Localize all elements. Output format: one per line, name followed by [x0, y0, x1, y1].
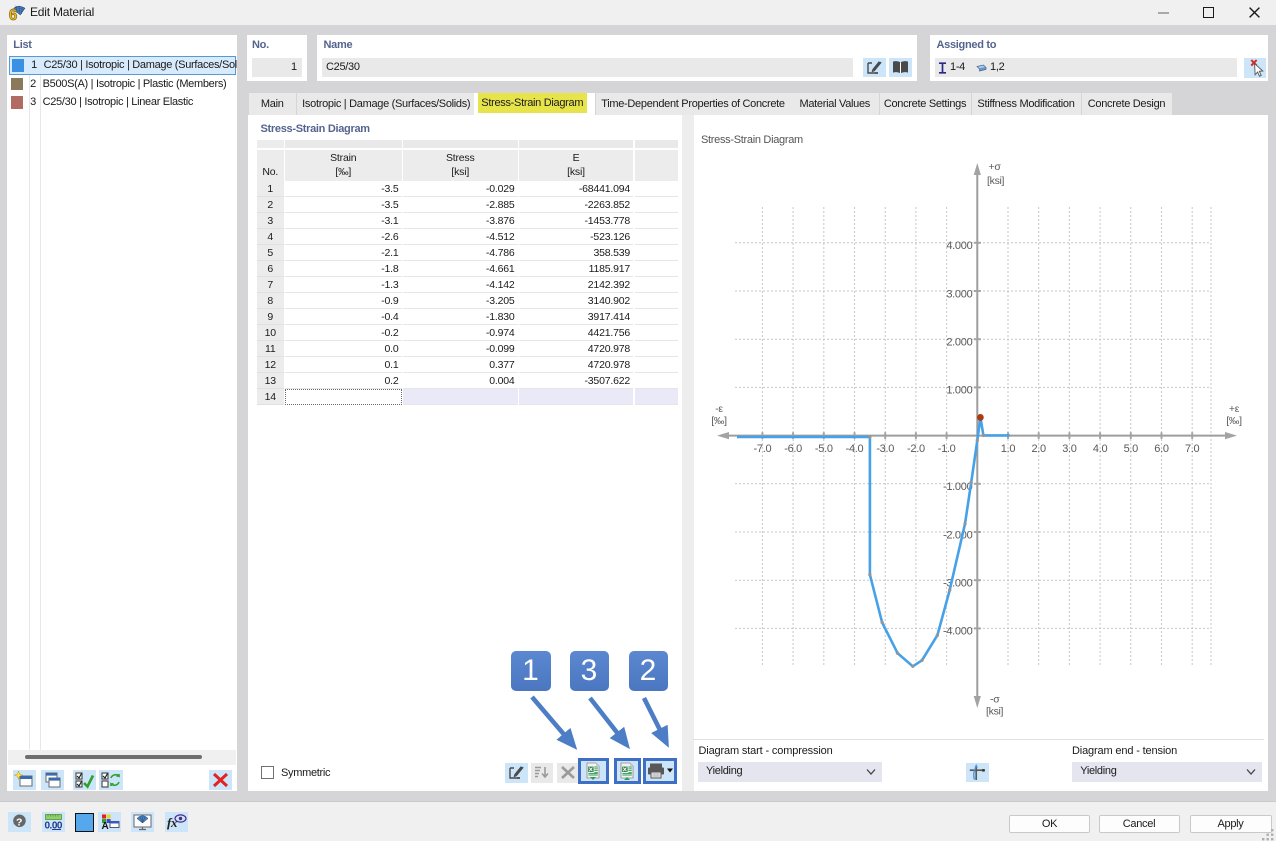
svg-text:-σ: -σ	[990, 694, 1000, 706]
svg-text:[ksi]: [ksi]	[987, 175, 1005, 187]
svg-text:[‰]: [‰]	[1226, 415, 1242, 427]
svg-text:1.000: 1.000	[946, 385, 972, 397]
svg-text:5.0: 5.0	[1124, 443, 1139, 455]
svg-text:-3.000: -3.000	[943, 578, 973, 590]
svg-text:-2.000: -2.000	[943, 529, 973, 541]
svg-text:+ε: +ε	[1229, 403, 1240, 415]
svg-text:Stress-Strain Diagram: Stress-Strain Diagram	[701, 134, 803, 146]
svg-text:[ksi]: [ksi]	[986, 706, 1004, 718]
svg-text:4.000: 4.000	[946, 240, 972, 252]
svg-text:fx: fx	[167, 815, 178, 830]
svg-text:1.0: 1.0	[1001, 443, 1016, 455]
svg-text:7.0: 7.0	[1185, 443, 1200, 455]
svg-text:A: A	[102, 821, 109, 832]
svg-text:-4.000: -4.000	[943, 626, 973, 638]
svg-text:-7.0: -7.0	[754, 443, 772, 455]
svg-text:-5.0: -5.0	[815, 443, 833, 455]
svg-text:6: 6	[9, 7, 18, 22]
svg-text:-1.0: -1.0	[938, 443, 956, 455]
svg-text:-3.0: -3.0	[876, 443, 894, 455]
svg-text:-ε: -ε	[715, 403, 723, 415]
svg-text:6.0: 6.0	[1154, 443, 1169, 455]
svg-text:?: ?	[16, 817, 22, 829]
svg-text:-4.0: -4.0	[846, 443, 864, 455]
svg-text:3.0: 3.0	[1062, 443, 1077, 455]
svg-text:-6.0: -6.0	[784, 443, 802, 455]
svg-text:+σ: +σ	[989, 161, 1002, 173]
svg-text:2.000: 2.000	[946, 337, 972, 349]
svg-text:-2.0: -2.0	[907, 443, 925, 455]
svg-text:3.000: 3.000	[946, 288, 972, 300]
svg-text:-1.000: -1.000	[943, 481, 973, 493]
svg-text:[‰]: [‰]	[711, 415, 727, 427]
svg-text:2.0: 2.0	[1031, 443, 1046, 455]
svg-text:4.0: 4.0	[1093, 443, 1108, 455]
